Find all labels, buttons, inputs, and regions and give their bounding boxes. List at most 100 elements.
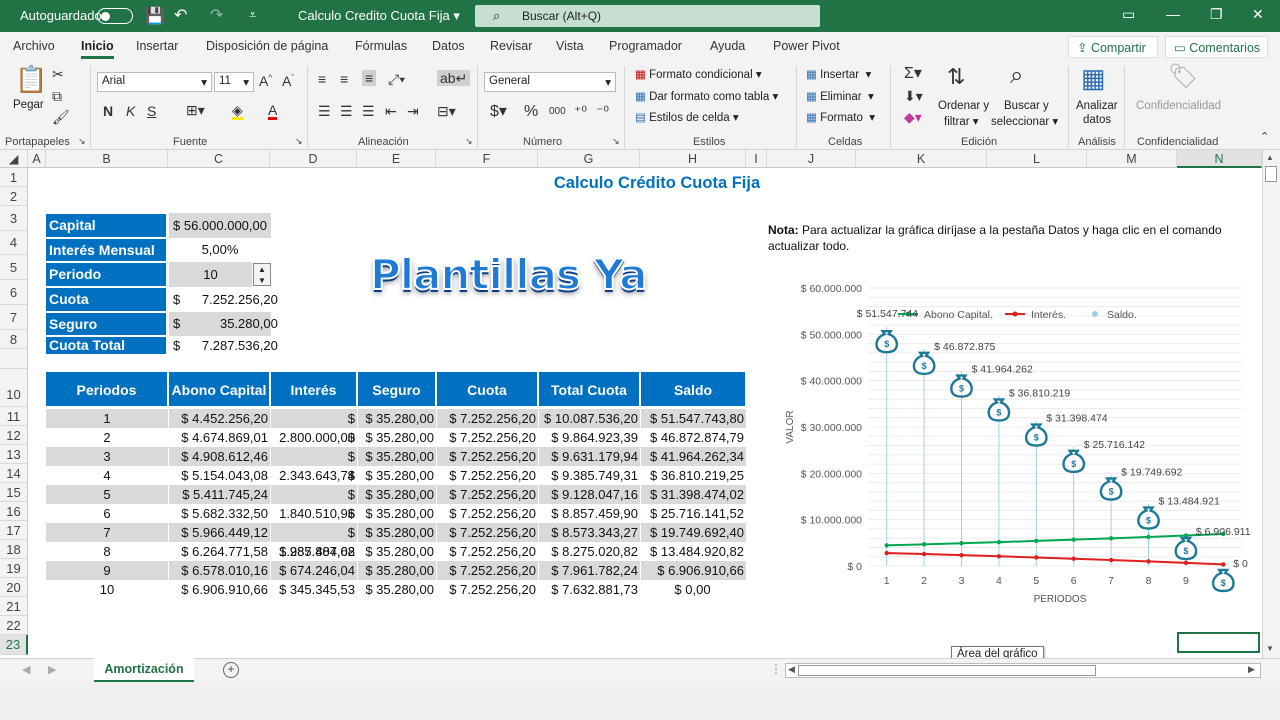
amortization-chart[interactable]: $ 60.000.000 $ 50.000.000 $ 40.000.000 $ 30… xyxy=(770,254,1262,614)
cell-cuota[interactable]: $ 7.252.256,20 xyxy=(436,409,538,428)
cell-total-cuota[interactable]: $ 8.857.459,90 xyxy=(538,504,640,523)
align-bottom-icon[interactable]: ≡ xyxy=(362,70,377,86)
number-launcher-icon[interactable]: ↘ xyxy=(612,136,620,147)
cell-seguro[interactable]: $ 35.280,00 xyxy=(357,447,436,466)
merge-center-icon[interactable]: ⊟▾ xyxy=(437,104,456,118)
format-cells-button[interactable]: ▦ Formato ▾ xyxy=(806,110,875,124)
cell-interes[interactable]: $ 2.098.213,12 xyxy=(270,466,357,502)
cell-seguro[interactable]: $ 35.280,00 xyxy=(357,523,436,542)
conditional-format-button[interactable]: ▦ Formato condicional ▾ xyxy=(635,67,762,81)
underline-button[interactable]: S xyxy=(147,104,156,118)
add-sheet-button[interactable]: + xyxy=(223,662,239,678)
wrap-text-icon[interactable]: ab↵ xyxy=(437,70,471,86)
cell-total-cuota[interactable]: $ 8.275.020,82 xyxy=(538,542,640,561)
vertical-scrollbar[interactable]: ▲ ▼ xyxy=(1262,150,1280,658)
cell-seguro[interactable]: $ 35.280,00 xyxy=(357,409,436,428)
cell-cuota[interactable]: $ 7.252.256,20 xyxy=(436,428,538,447)
sort-filter-icon[interactable]: ⇅ xyxy=(947,66,965,88)
cell-seguro[interactable]: $ 35.280,00 xyxy=(357,485,436,504)
font-size-select[interactable]: 11 ▾ xyxy=(214,72,254,92)
cell-total-cuota[interactable]: $ 7.961.782,24 xyxy=(538,561,640,580)
minimize-icon[interactable]: — xyxy=(1166,6,1180,22)
value-cuota-total[interactable]: $ 7.287.536,20 xyxy=(173,336,278,355)
close-icon[interactable]: ✕ xyxy=(1252,6,1264,23)
cell-saldo[interactable]: $ 46.872.874,79 xyxy=(640,428,746,447)
shrink-font-icon[interactable]: Aˇ xyxy=(282,74,294,88)
col-header-g[interactable]: G xyxy=(538,150,640,168)
cell-cuota[interactable]: $ 7.252.256,20 xyxy=(436,485,538,504)
analyze-data-icon[interactable]: ▦ xyxy=(1081,65,1106,91)
col-header-i[interactable]: I xyxy=(746,150,767,168)
align-top-icon[interactable]: ≡ xyxy=(318,72,326,86)
row-header[interactable]: 18 xyxy=(0,540,28,559)
cell-saldo[interactable]: $ 0,00 xyxy=(640,580,746,599)
tab-inicio[interactable]: Inicio xyxy=(81,39,114,59)
cell-abono-capital[interactable]: $ 4.674.869,01 xyxy=(168,428,270,447)
cell-periodo[interactable]: 1 xyxy=(45,409,168,428)
col-header-k[interactable]: K xyxy=(856,150,987,168)
ribbon-display-icon[interactable]: ▭ xyxy=(1122,6,1135,23)
cell-periodo[interactable]: 5 xyxy=(45,485,168,504)
row-header[interactable]: 11 xyxy=(0,407,28,426)
cell-cuota[interactable]: $ 7.252.256,20 xyxy=(436,542,538,561)
thousands-button[interactable]: 000 xyxy=(549,107,566,117)
row-header[interactable]: 8 xyxy=(0,330,28,349)
cell-abono-capital[interactable]: $ 5.411.745,24 xyxy=(168,485,270,504)
cell-seguro[interactable]: $ 35.280,00 xyxy=(357,580,436,599)
cell-styles-button[interactable]: ▤ Estilos de celda ▾ xyxy=(635,110,739,124)
cell-total-cuota[interactable]: $ 9.864.923,39 xyxy=(538,428,640,447)
sort-filter-label[interactable]: Ordenar y xyxy=(938,100,989,112)
font-color-icon[interactable]: A xyxy=(268,103,278,120)
cell-saldo[interactable]: $ 6.906.910,66 xyxy=(640,561,746,580)
analyze-label-2[interactable]: datos xyxy=(1083,114,1111,126)
row-header[interactable]: 16 xyxy=(0,502,28,521)
cell-periodo[interactable]: 9 xyxy=(45,561,168,580)
col-header-f[interactable]: F xyxy=(436,150,538,168)
scroll-right-icon[interactable]: ▶ xyxy=(1248,664,1255,675)
cell-interes[interactable]: $ 1.569.923,70 xyxy=(270,504,357,540)
tab-insertar[interactable]: Insertar xyxy=(136,39,178,53)
customize-qat-icon[interactable]: ⩡ xyxy=(249,7,256,23)
row-header[interactable]: 23 xyxy=(0,635,28,655)
row-header[interactable]: 12 xyxy=(0,426,28,445)
cell-total-cuota[interactable]: $ 9.128.047,16 xyxy=(538,485,640,504)
align-center-icon[interactable]: ☰ xyxy=(340,104,353,118)
cell-abono-capital[interactable]: $ 6.906.910,66 xyxy=(168,580,270,599)
delete-cells-button[interactable]: ▦ Eliminar ▾ xyxy=(806,89,874,103)
cell-interes[interactable]: $ 345.345,53 xyxy=(270,580,357,599)
cell-interes[interactable]: $ 2.800.000,00 xyxy=(270,409,357,445)
copy-icon[interactable]: ⧉ xyxy=(52,89,62,103)
insert-cells-button[interactable]: ▦ Insertar ▾ xyxy=(806,67,871,81)
grow-font-icon[interactable]: A^ xyxy=(259,74,272,88)
cell-saldo[interactable]: $ 19.749.692,40 xyxy=(640,523,746,542)
undo-icon[interactable]: ↶ xyxy=(174,5,187,25)
align-right-icon[interactable]: ☰ xyxy=(362,104,375,118)
cell-periodo[interactable]: 4 xyxy=(45,466,168,485)
tab-archivo[interactable]: Archivo xyxy=(13,39,55,53)
tab-formulas[interactable]: Fórmulas xyxy=(355,39,407,53)
cell-abono-capital[interactable]: $ 5.154.043,08 xyxy=(168,466,270,485)
prev-sheet-icon[interactable]: ◀ xyxy=(22,663,30,676)
row-header[interactable]: 4 xyxy=(0,231,28,255)
cell-saldo[interactable]: $ 25.716.141,52 xyxy=(640,504,746,523)
cell-seguro[interactable]: $ 35.280,00 xyxy=(357,561,436,580)
periodo-spinner[interactable]: ▲ ▼ xyxy=(253,263,271,286)
col-header-j[interactable]: J xyxy=(767,150,856,168)
cell-cuota[interactable]: $ 7.252.256,20 xyxy=(436,561,538,580)
cell-saldo[interactable]: $ 36.810.219,25 xyxy=(640,466,746,485)
cut-icon[interactable]: ✂ xyxy=(52,67,64,81)
row-header[interactable]: 3 xyxy=(0,206,28,231)
borders-icon[interactable]: ⊞▾ xyxy=(186,103,205,117)
save-icon[interactable]: 💾 xyxy=(145,6,165,26)
col-header-m[interactable]: M xyxy=(1087,150,1177,168)
align-left-icon[interactable]: ☰ xyxy=(318,104,331,118)
sheet-tab-amortizacion[interactable]: Amortización xyxy=(94,658,194,682)
select-all-corner[interactable]: ◢ xyxy=(0,150,28,168)
row-header[interactable]: 2 xyxy=(0,187,28,206)
cell-periodo[interactable]: 7 xyxy=(45,523,168,542)
fill-icon[interactable]: ⬇▾ xyxy=(904,89,923,103)
paste-label[interactable]: Pegar xyxy=(13,99,44,111)
currency-button[interactable]: $▾ xyxy=(490,104,507,120)
cell-total-cuota[interactable]: $ 8.573.343,27 xyxy=(538,523,640,542)
cell-interes[interactable]: $ 674.246,04 xyxy=(270,561,357,580)
